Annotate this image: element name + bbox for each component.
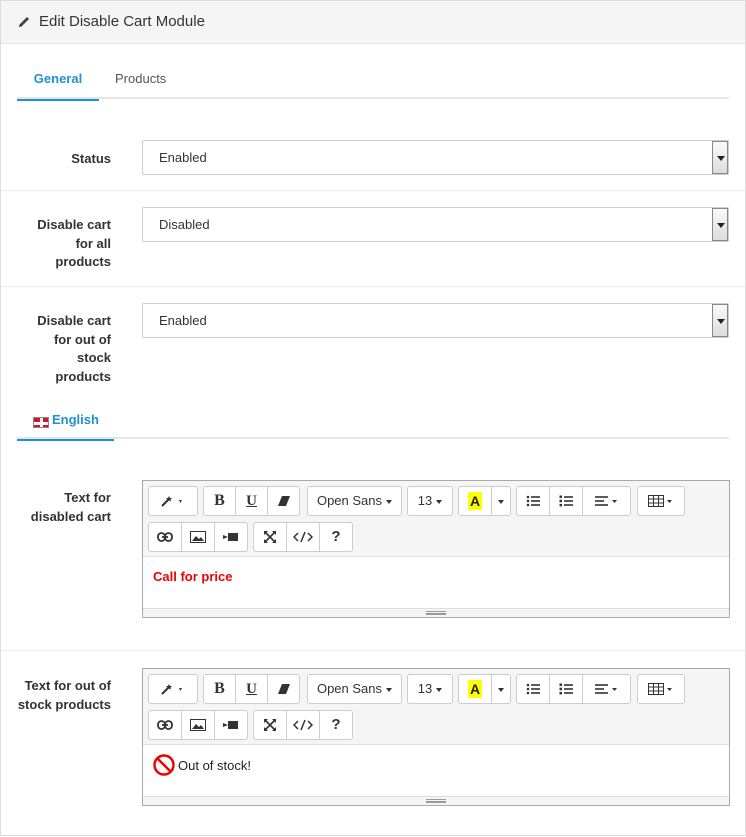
video-icon[interactable] [214, 710, 248, 740]
help-button[interactable]: ? [319, 710, 353, 740]
font-size-dropdown[interactable]: 13 [407, 486, 453, 516]
underline-button[interactable]: U [235, 486, 268, 516]
editor-toolbar: B U Open Sans 13 A ? [143, 481, 729, 557]
tab-products[interactable]: Products [115, 63, 166, 99]
image-icon[interactable] [181, 710, 215, 740]
style-magic-wand-icon[interactable] [148, 486, 198, 516]
align-dropdown-icon[interactable] [582, 674, 631, 704]
language-tabs: English [17, 405, 729, 441]
help-button[interactable]: ? [319, 522, 353, 552]
highlight-letter: A [468, 492, 482, 510]
out-of-stock-editor-content[interactable]: Out of stock! [143, 745, 729, 797]
code-view-icon[interactable] [286, 522, 320, 552]
disable-oos-select-value: Enabled [159, 313, 207, 328]
disabled-cart-text-label: Text for disabled cart [30, 490, 111, 524]
highlight-color-button[interactable]: A [458, 674, 492, 704]
out-of-stock-text: Out of stock! [178, 757, 251, 773]
select-arrow-icon[interactable] [712, 141, 728, 174]
font-size-dropdown[interactable]: 13 [407, 674, 453, 704]
call-for-price-text: Call for price [153, 569, 233, 584]
out-of-stock-line: Out of stock! [153, 754, 719, 776]
disable-oos-row: Disable cart for out of stock products E… [1, 287, 745, 405]
underline-button[interactable]: U [235, 674, 268, 704]
disabled-cart-editor: B U Open Sans 13 A ? Call for price [142, 480, 730, 618]
tab-general[interactable]: General [17, 63, 99, 101]
editor-resize-handle[interactable] [143, 608, 729, 617]
disable-all-label: Disable cart for all products [37, 217, 111, 269]
select-arrow-icon[interactable] [712, 208, 728, 241]
numbered-list-icon[interactable] [549, 486, 583, 516]
code-view-icon[interactable] [286, 710, 320, 740]
highlight-letter: A [468, 680, 482, 698]
disabled-cart-text-row: Text for disabled cart B U Open Sans 13 [1, 461, 745, 651]
disable-oos-select[interactable]: Enabled [142, 303, 729, 338]
link-icon[interactable] [148, 710, 182, 740]
edit-module-panel: Edit Disable Cart Module General Product… [0, 0, 746, 836]
font-family-dropdown[interactable]: Open Sans [307, 486, 402, 516]
module-tabs: General Products [17, 63, 729, 101]
editor-resize-handle[interactable] [143, 796, 729, 805]
color-dropdown-toggle[interactable] [491, 674, 511, 704]
fullscreen-icon[interactable] [253, 522, 287, 552]
link-icon[interactable] [148, 522, 182, 552]
out-of-stock-text-row: Text for out of stock products B U Open … [1, 651, 745, 837]
bold-button[interactable]: B [203, 674, 236, 704]
font-family-value: Open Sans [316, 493, 383, 508]
eraser-icon[interactable] [267, 674, 300, 704]
video-icon[interactable] [214, 522, 248, 552]
pencil-icon [17, 15, 31, 34]
uk-flag-icon [33, 417, 49, 428]
highlight-color-button[interactable]: A [458, 486, 492, 516]
numbered-list-icon[interactable] [549, 674, 583, 704]
status-select-value: Enabled [159, 150, 207, 165]
align-dropdown-icon[interactable] [582, 486, 631, 516]
table-icon[interactable] [637, 486, 685, 516]
eraser-icon[interactable] [267, 486, 300, 516]
font-family-dropdown[interactable]: Open Sans [307, 674, 402, 704]
font-family-value: Open Sans [316, 681, 383, 696]
tab-english[interactable]: English [17, 405, 114, 441]
status-label: Status [71, 151, 111, 166]
panel-heading: Edit Disable Cart Module [1, 1, 745, 44]
color-dropdown-toggle[interactable] [491, 486, 511, 516]
font-size-value: 13 [417, 493, 433, 508]
language-label: English [52, 412, 99, 427]
image-icon[interactable] [181, 522, 215, 552]
fullscreen-icon[interactable] [253, 710, 287, 740]
out-of-stock-editor: B U Open Sans 13 A ? Out of stock! [142, 668, 730, 806]
out-of-stock-text-label: Text for out of stock products [17, 678, 111, 712]
bullet-list-icon[interactable] [516, 486, 550, 516]
font-size-value: 13 [417, 681, 433, 696]
style-magic-wand-icon[interactable] [148, 674, 198, 704]
disable-oos-label: Disable cart for out of stock products [37, 313, 111, 384]
disabled-cart-editor-content[interactable]: Call for price [143, 557, 729, 609]
table-icon[interactable] [637, 674, 685, 704]
select-arrow-icon[interactable] [712, 304, 728, 337]
disable-all-row: Disable cart for all products Disabled [1, 191, 745, 287]
editor-toolbar: B U Open Sans 13 A ? [143, 669, 729, 745]
page-title: Edit Disable Cart Module [39, 13, 205, 30]
status-select[interactable]: Enabled [142, 140, 729, 175]
status-row: Status Enabled [1, 124, 745, 191]
disable-all-select[interactable]: Disabled [142, 207, 729, 242]
disable-all-select-value: Disabled [159, 217, 210, 232]
no-entry-icon [153, 754, 175, 776]
bold-button[interactable]: B [203, 486, 236, 516]
bullet-list-icon[interactable] [516, 674, 550, 704]
